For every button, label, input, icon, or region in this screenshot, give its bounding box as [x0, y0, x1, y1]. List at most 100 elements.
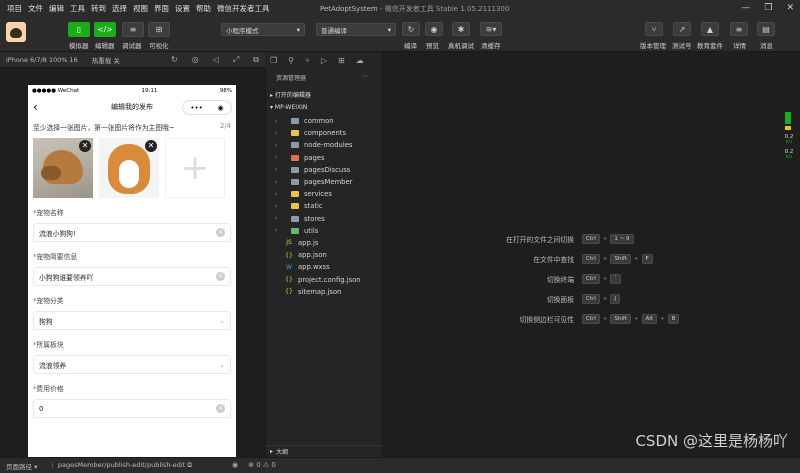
- remote-debug-button[interactable]: ✱: [452, 22, 470, 36]
- capsule-menu[interactable]: ••• ◉: [182, 100, 232, 115]
- clear-icon[interactable]: ✕: [216, 404, 225, 413]
- problems-count[interactable]: ⊗ 0 ⚠ 0: [248, 461, 276, 469]
- folder-item[interactable]: › stores: [266, 213, 382, 225]
- hot-reload-select[interactable]: 热重载 关: [92, 55, 120, 65]
- folder-item[interactable]: › components: [266, 127, 382, 139]
- debug-icon[interactable]: ▷: [321, 56, 327, 65]
- visual-toggle-button[interactable]: ⊞: [148, 22, 170, 37]
- version-button[interactable]: ⑂: [645, 22, 663, 36]
- menu-item[interactable]: 编辑: [49, 3, 64, 14]
- field-input[interactable]: 0 ✕: [33, 399, 231, 418]
- field-input[interactable]: 小狗狗谁要领养吖 ✕: [33, 267, 231, 286]
- key-cap: Alt: [641, 314, 657, 324]
- page-path-label[interactable]: 页面路径 ▾: [6, 461, 37, 471]
- menu-item[interactable]: 界面: [154, 3, 169, 14]
- file-item[interactable]: {} app.json: [266, 249, 382, 261]
- mute-icon[interactable]: ◁: [213, 55, 219, 65]
- restore-icon[interactable]: ❐: [764, 2, 772, 14]
- back-arrow-icon[interactable]: ‹: [33, 100, 38, 114]
- chevron-right-icon: ›: [275, 215, 278, 223]
- clear-icon[interactable]: ✕: [216, 272, 225, 281]
- field-select[interactable]: 狗狗 ⌄: [33, 311, 231, 330]
- menu-item[interactable]: 视图: [133, 3, 148, 14]
- education-button[interactable]: ▲: [701, 22, 719, 36]
- remote-debug-label: 真机调试: [448, 42, 474, 50]
- mode-select[interactable]: 小程序模式 ▾: [221, 23, 305, 36]
- more-icon[interactable]: •••: [190, 104, 202, 112]
- add-photo-button[interactable]: +: [165, 138, 225, 198]
- folder-item[interactable]: › pagesDiscuss: [266, 164, 382, 176]
- avatar[interactable]: [6, 22, 26, 42]
- search-icon[interactable]: ⚲: [288, 56, 294, 65]
- cloud-icon[interactable]: ☁: [356, 56, 364, 65]
- stop-icon[interactable]: ◎: [192, 55, 199, 65]
- files-icon[interactable]: ❐: [270, 56, 277, 65]
- simulator-toggle-button[interactable]: ▯: [68, 22, 90, 37]
- folder-item[interactable]: › node-modules: [266, 139, 382, 151]
- shortcut-row: 在文件中查找 Ctrl + Shift + F: [382, 254, 782, 264]
- preview-button[interactable]: ◉: [425, 22, 443, 36]
- folder-item[interactable]: › pagesMember: [266, 176, 382, 188]
- debugger-toggle-button[interactable]: ≡: [122, 22, 144, 37]
- chevron-right-icon: ›: [275, 166, 278, 174]
- clear-cache-button[interactable]: ≋▾: [480, 22, 502, 36]
- minimize-icon[interactable]: —: [741, 2, 750, 14]
- menu-item[interactable]: 选择: [112, 3, 127, 14]
- more-icon[interactable]: ⋯: [362, 73, 368, 82]
- record-icon[interactable]: ◉: [218, 104, 224, 112]
- version-label: 版本管理: [640, 42, 666, 50]
- compile-button[interactable]: ↻: [402, 22, 420, 36]
- menu-item[interactable]: 微信开发者工具: [217, 3, 270, 14]
- folder-item[interactable]: › common: [266, 115, 382, 127]
- folder-item[interactable]: › utils: [266, 225, 382, 237]
- menu-item[interactable]: 工具: [70, 3, 85, 14]
- messages-button[interactable]: ▤: [757, 22, 775, 36]
- chevron-down-icon: ▾: [387, 25, 391, 34]
- remove-photo-icon[interactable]: ✕: [79, 140, 91, 152]
- clear-icon[interactable]: ✕: [216, 228, 225, 237]
- preview-label: 预览: [426, 42, 439, 50]
- device-select[interactable]: iPhone 6/7/8 100% 16: [6, 56, 78, 64]
- window-title: PetAdoptSystem - 微信开发者工具 Stable 1.05.211…: [320, 5, 510, 13]
- compile-select[interactable]: 普通编译 ▾: [316, 23, 396, 36]
- photo-thumb[interactable]: ✕: [99, 138, 159, 198]
- file-item[interactable]: {} sitemap.json: [266, 286, 382, 298]
- field-label: *宠物名称: [33, 209, 64, 217]
- popout-icon[interactable]: ⧉: [253, 55, 259, 65]
- folder-item[interactable]: › static: [266, 200, 382, 212]
- file-item[interactable]: JS app.js: [266, 237, 382, 249]
- close-icon[interactable]: ✕: [786, 2, 794, 14]
- menu-item[interactable]: 文件: [28, 3, 43, 14]
- menu-item[interactable]: 帮助: [196, 3, 211, 14]
- file-item[interactable]: Wapp.wxss: [266, 261, 382, 273]
- page-path[interactable]: ⋮ pagesMember/publish-edit/publish-edit …: [49, 461, 192, 470]
- field-input[interactable]: 流浪小狗狗! ✕: [33, 223, 231, 242]
- key-cap: Ctrl: [582, 294, 600, 304]
- details-button[interactable]: ≡: [730, 22, 748, 36]
- eye-icon[interactable]: ◉: [232, 461, 238, 469]
- source-control-icon[interactable]: ⑂: [305, 56, 310, 65]
- refresh-icon: ↻: [407, 24, 415, 34]
- extensions-icon[interactable]: ⊞: [338, 56, 345, 65]
- menu-item[interactable]: 设置: [175, 3, 190, 14]
- image-count: 2/4: [220, 122, 231, 130]
- outline-section[interactable]: ▸ 大纲: [266, 445, 383, 457]
- open-editors-section[interactable]: ▸ 打开的编辑器: [266, 90, 382, 99]
- shortcut-row: 切换终端 Ctrl + `: [382, 274, 782, 284]
- field-label: *宠物简要信息: [33, 253, 78, 261]
- folder-item[interactable]: › pages: [266, 152, 382, 164]
- refresh-icon[interactable]: ↻: [171, 55, 178, 65]
- project-root-section[interactable]: ▾ MP-WEIXIN: [266, 104, 382, 111]
- resize-icon[interactable]: ⤢: [233, 55, 239, 65]
- editor-toggle-button[interactable]: </>: [94, 22, 116, 37]
- file-item[interactable]: {} project.config.json: [266, 273, 382, 285]
- chevron-right-icon: ›: [275, 154, 278, 162]
- field-select[interactable]: 流浪领养 ⌄: [33, 355, 231, 374]
- menu-item[interactable]: 转到: [91, 3, 106, 14]
- test-account-button[interactable]: ↗: [673, 22, 691, 36]
- folder-item[interactable]: › services: [266, 188, 382, 200]
- menu-item[interactable]: 项目: [7, 3, 22, 14]
- photo-thumb[interactable]: ✕: [33, 138, 93, 198]
- grid-icon: ⊞: [155, 25, 163, 34]
- remove-photo-icon[interactable]: ✕: [145, 140, 157, 152]
